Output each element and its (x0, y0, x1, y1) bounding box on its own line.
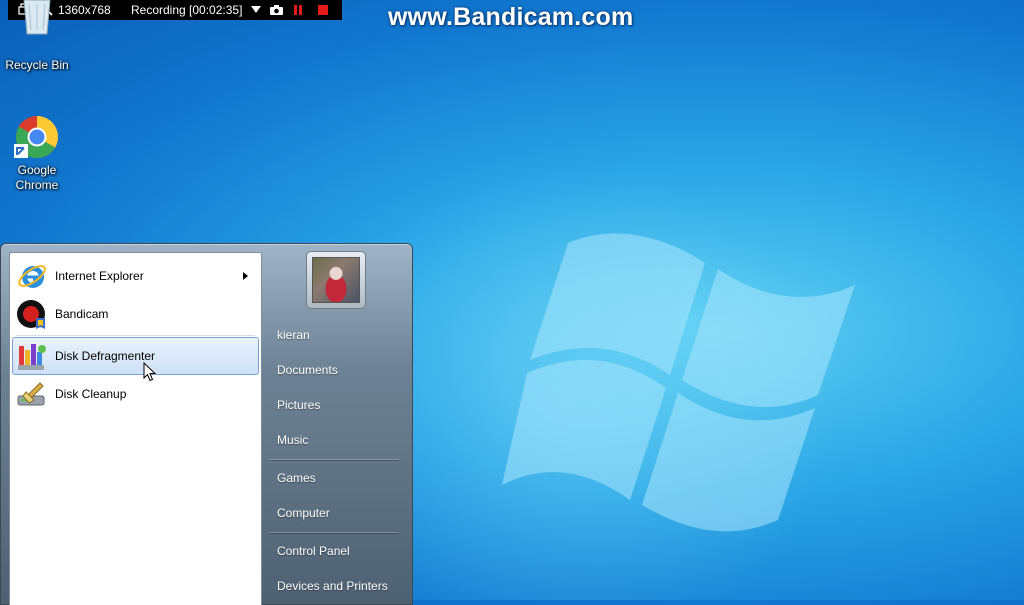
start-item-disk-defragmenter[interactable]: Disk Defragmenter (12, 337, 259, 375)
start-place-computer[interactable]: Computer (269, 499, 415, 527)
start-item-label: Internet Explorer (55, 269, 144, 283)
windows-logo (502, 233, 855, 532)
start-item-disk-cleanup[interactable]: Disk Cleanup (12, 375, 259, 413)
start-item-label: Disk Cleanup (55, 387, 127, 401)
menu-separator (16, 335, 255, 336)
stop-icon[interactable] (318, 5, 328, 15)
start-place-control-panel[interactable]: Control Panel (269, 537, 415, 565)
chevron-down-icon[interactable] (251, 6, 261, 13)
disk-cleanup-icon (17, 382, 45, 406)
start-item-internet-explorer[interactable]: Internet Explorer (12, 257, 259, 295)
camera-icon[interactable] (270, 5, 283, 15)
chrome-icon (14, 115, 59, 159)
start-place-music[interactable]: Music (269, 426, 415, 454)
recording-resolution: 1360x768 (58, 3, 111, 17)
start-item-bandicam[interactable]: Bandicam (12, 295, 259, 333)
recycle-bin-icon (23, 0, 51, 35)
start-place-devices-and-printers[interactable]: Devices and Printers (269, 572, 415, 600)
start-place-pictures[interactable]: Pictures (269, 391, 415, 419)
disk-defragmenter-icon (18, 344, 46, 370)
start-item-label: Disk Defragmenter (55, 349, 156, 363)
recording-status: Recording [00:02:35] (131, 3, 243, 17)
internet-explorer-icon (18, 265, 46, 288)
desktop-icon-label: Recycle Bin (5, 58, 69, 72)
start-menu-programs-pane: Internet Explorer Bandicam Disk Defragme… (9, 252, 262, 605)
menu-separator (269, 532, 399, 533)
start-place-user[interactable]: kieran (269, 321, 415, 349)
user-avatar[interactable] (306, 251, 366, 309)
menu-separator (269, 459, 399, 460)
start-place-games[interactable]: Games (269, 464, 415, 492)
submenu-arrow-icon[interactable] (243, 272, 248, 280)
user-picture (312, 257, 360, 303)
bandicam-icon (17, 300, 45, 329)
start-place-documents[interactable]: Documents (269, 356, 415, 384)
pause-icon[interactable] (293, 5, 303, 15)
start-item-label: Bandicam (55, 307, 109, 321)
mouse-cursor-icon (143, 362, 157, 382)
bandicam-watermark: www.Bandicam.com (388, 3, 634, 31)
start-menu: Internet Explorer Bandicam Disk Defragme… (0, 243, 413, 605)
desktop-icon-label: Google Chrome (15, 163, 59, 192)
recorder-toolbar: 1360x768 Recording [00:02:35] (8, 0, 342, 20)
